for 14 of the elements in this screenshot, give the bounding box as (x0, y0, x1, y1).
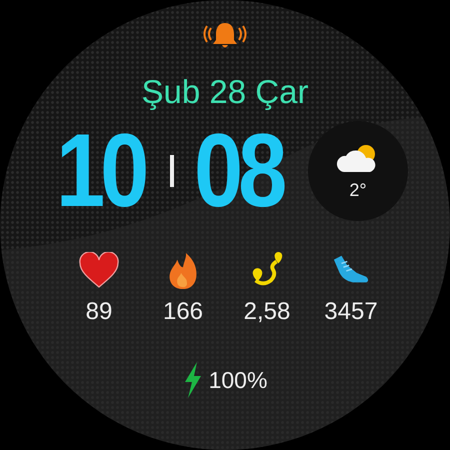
bell-icon (203, 20, 247, 50)
minutes-text: 08 (194, 121, 284, 221)
date-text: Şub 28 Çar (142, 72, 308, 112)
weather-panel[interactable]: 2° (308, 121, 408, 221)
lightning-icon (182, 362, 203, 398)
stat-value: 2,58 (244, 298, 290, 326)
stat-value: 166 (162, 298, 204, 326)
heart-icon (79, 252, 119, 290)
temperature-text: 2° (349, 180, 367, 200)
stat-value: 89 (86, 298, 112, 326)
stat-value: 3457 (324, 298, 378, 326)
battery-percentage: 100% (208, 366, 268, 394)
hours-text: 10 (56, 121, 146, 221)
time-separator (170, 155, 174, 187)
